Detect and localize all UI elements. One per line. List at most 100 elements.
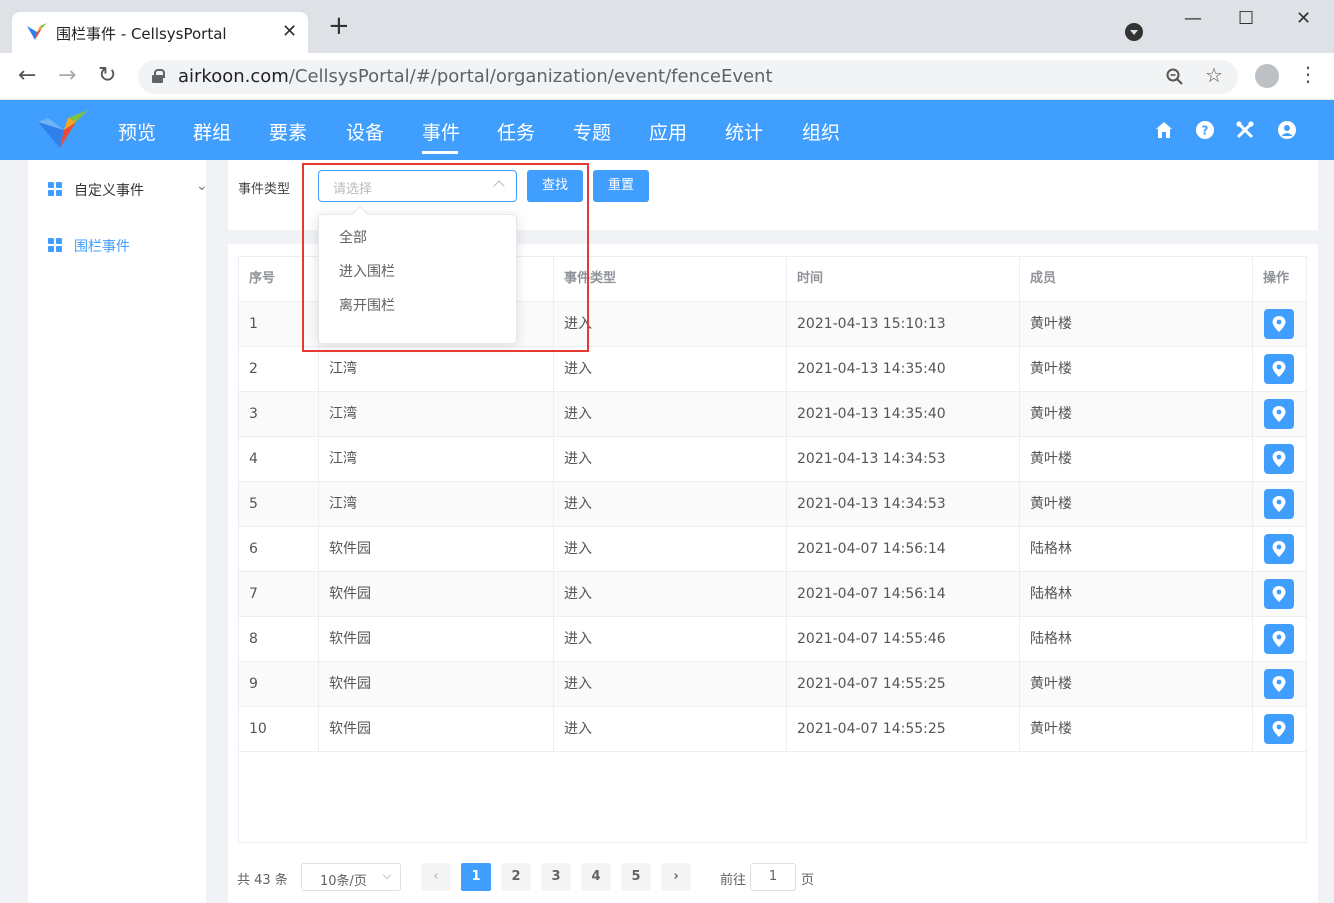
nav-organization[interactable]: 组织 <box>802 118 840 145</box>
locate-button[interactable] <box>1264 489 1294 519</box>
profile-avatar-icon[interactable] <box>1255 64 1279 88</box>
cell-type: 进入 <box>554 302 787 346</box>
goto-page-input[interactable]: 1 <box>750 863 796 891</box>
option-enter-fence[interactable]: 进入围栏 <box>319 255 516 289</box>
home-icon[interactable] <box>1155 121 1173 139</box>
page-2[interactable]: 2 <box>501 863 531 891</box>
locate-button[interactable] <box>1264 309 1294 339</box>
svg-text:?: ? <box>1202 124 1209 138</box>
tools-icon[interactable] <box>1236 121 1254 139</box>
map-pin-icon <box>1272 721 1286 737</box>
map-pin-icon <box>1272 316 1286 332</box>
search-button[interactable]: 查找 <box>527 170 583 202</box>
browser-tab[interactable]: 围栏事件 - CellsysPortal ✕ <box>12 12 308 53</box>
select-placeholder: 请选择 <box>333 182 373 197</box>
cell-time: 2021-04-13 14:35:40 <box>787 392 1020 436</box>
next-page-button[interactable]: › <box>661 863 691 891</box>
bookmark-star-icon[interactable]: ☆ <box>1205 63 1223 87</box>
cell-type: 进入 <box>554 347 787 391</box>
locate-button[interactable] <box>1264 669 1294 699</box>
locate-button[interactable] <box>1264 579 1294 609</box>
tab-search-icon[interactable] <box>1125 23 1143 41</box>
cell-member: 黄叶楼 <box>1020 482 1253 526</box>
browser-menu-icon[interactable]: ⋮ <box>1298 62 1318 86</box>
cell-type: 进入 <box>554 662 787 706</box>
map-pin-icon <box>1272 361 1286 377</box>
column-header: 操作 <box>1263 271 1290 286</box>
nav-apps[interactable]: 应用 <box>649 118 687 145</box>
table-row: 5 江湾 进入 2021-04-13 14:34:53 黄叶楼 <box>239 482 1306 527</box>
option-all[interactable]: 全部 <box>319 221 516 255</box>
url-path: /CellsysPortal/#/portal/organization/eve… <box>288 66 773 87</box>
window-close-button[interactable]: ✕ <box>1296 8 1311 29</box>
cell-type: 进入 <box>554 527 787 571</box>
sidebar-item-fence-event[interactable]: 围栏事件 <box>48 232 198 256</box>
locate-button[interactable] <box>1264 354 1294 384</box>
minimize-button[interactable]: — <box>1184 8 1202 29</box>
cell-member: 陆格林 <box>1020 617 1253 661</box>
nav-group[interactable]: 群组 <box>193 118 231 145</box>
zoom-icon[interactable] <box>1166 68 1184 86</box>
nav-devices[interactable]: 设备 <box>346 118 384 145</box>
cell-fence: 江湾 <box>319 347 554 391</box>
user-icon[interactable] <box>1278 121 1296 139</box>
reload-icon[interactable]: ↻ <box>98 63 116 88</box>
sidebar: 自定义事件 ⌄ 围栏事件 <box>28 160 208 903</box>
app-favicon-icon <box>27 23 47 40</box>
column-header: 成员 <box>1020 257 1253 301</box>
table-row: 3 江湾 进入 2021-04-13 14:35:40 黄叶楼 <box>239 392 1306 437</box>
reset-button[interactable]: 重置 <box>593 170 649 202</box>
prev-page-button[interactable]: ‹ <box>421 863 451 891</box>
nav-statistics[interactable]: 统计 <box>725 118 763 145</box>
nav-topics[interactable]: 专题 <box>573 118 611 145</box>
goto-label: 前往 <box>720 873 747 888</box>
tab-close-icon[interactable]: ✕ <box>282 21 297 42</box>
nav-tasks[interactable]: 任务 <box>497 118 535 145</box>
table-row: 7 软件园 进入 2021-04-07 14:56:14 陆格林 <box>239 572 1306 617</box>
option-leave-fence[interactable]: 离开围栏 <box>319 289 516 323</box>
map-pin-icon <box>1272 586 1286 602</box>
sidebar-item-label: 自定义事件 <box>74 183 144 199</box>
page-3[interactable]: 3 <box>541 863 571 891</box>
locate-button[interactable] <box>1264 624 1294 654</box>
locate-button[interactable] <box>1264 444 1294 474</box>
back-arrow-icon[interactable]: ← <box>18 63 36 88</box>
help-icon[interactable]: ? <box>1196 121 1214 139</box>
cell-time: 2021-04-13 14:34:53 <box>787 437 1020 481</box>
cell-member: 黄叶楼 <box>1020 662 1253 706</box>
cell-no: 7 <box>239 572 319 616</box>
locate-button[interactable] <box>1264 714 1294 744</box>
browser-tabstrip: 围栏事件 - CellsysPortal ✕ + — ☐ ✕ <box>0 0 1334 53</box>
url-text[interactable]: airkoon.com/CellsysPortal/#/portal/organ… <box>178 66 773 87</box>
event-type-select[interactable]: 请选择 <box>318 170 517 202</box>
locate-button[interactable] <box>1264 534 1294 564</box>
forward-arrow-icon[interactable]: → <box>58 63 76 88</box>
maximize-button[interactable]: ☐ <box>1238 8 1254 29</box>
nav-events[interactable]: 事件 <box>422 118 460 145</box>
chevron-up-icon <box>493 180 505 192</box>
page-size-value: 10条/页 <box>320 874 367 889</box>
nav-elements[interactable]: 要素 <box>269 118 307 145</box>
table-row: 6 软件园 进入 2021-04-07 14:56:14 陆格林 <box>239 527 1306 572</box>
nav-preview[interactable]: 预览 <box>118 118 156 145</box>
cell-fence: 软件园 <box>319 707 554 751</box>
cell-no: 5 <box>239 482 319 526</box>
locate-button[interactable] <box>1264 399 1294 429</box>
sidebar-item-label: 围栏事件 <box>74 239 130 255</box>
tab-title: 围栏事件 - CellsysPortal <box>56 25 227 43</box>
map-pin-icon <box>1272 451 1286 467</box>
table-row: 9 软件园 进入 2021-04-07 14:55:25 黄叶楼 <box>239 662 1306 707</box>
cell-no: 8 <box>239 617 319 661</box>
page-1[interactable]: 1 <box>461 863 491 891</box>
cell-fence: 江湾 <box>319 437 554 481</box>
event-type-dropdown: 全部 进入围栏 离开围栏 <box>318 205 517 344</box>
new-tab-button[interactable]: + <box>328 13 350 39</box>
cell-type: 进入 <box>554 707 787 751</box>
goto-suffix: 页 <box>801 873 815 888</box>
cell-no: 2 <box>239 347 319 391</box>
page-5[interactable]: 5 <box>621 863 651 891</box>
page-size-select[interactable]: 10条/页 <box>301 863 401 891</box>
address-bar[interactable]: airkoon.com/CellsysPortal/#/portal/organ… <box>138 60 1238 94</box>
page-4[interactable]: 4 <box>581 863 611 891</box>
sidebar-item-custom-event[interactable]: 自定义事件 ⌄ <box>48 176 208 200</box>
